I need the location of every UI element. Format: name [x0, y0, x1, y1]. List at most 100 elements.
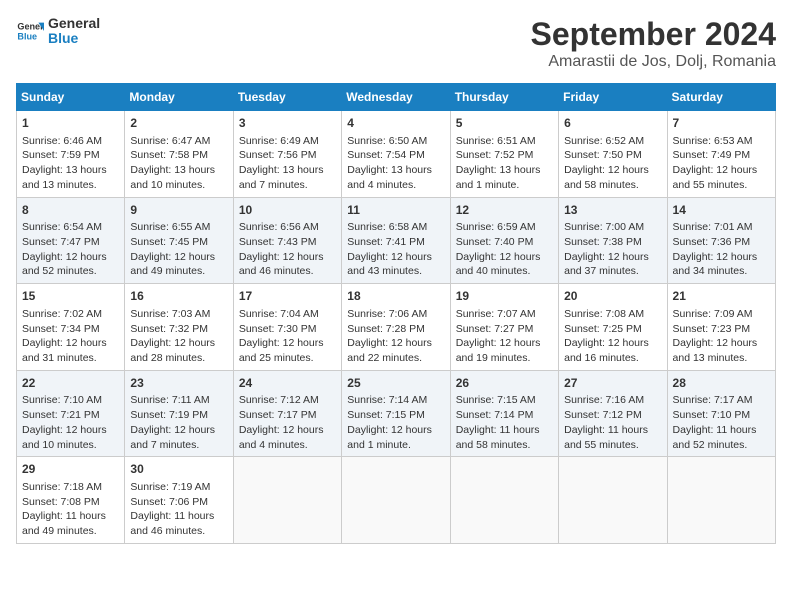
day-number: 28 — [673, 375, 770, 392]
day-info: Daylight: 12 hours and 34 minutes. — [673, 250, 770, 279]
calendar-cell: 22Sunrise: 7:10 AMSunset: 7:21 PMDayligh… — [17, 370, 125, 457]
calendar-cell: 5Sunrise: 6:51 AMSunset: 7:52 PMDaylight… — [450, 111, 558, 198]
logo-line1: General — [48, 16, 100, 31]
day-number: 29 — [22, 461, 119, 478]
calendar-week-row: 1Sunrise: 6:46 AMSunset: 7:59 PMDaylight… — [17, 111, 776, 198]
calendar-cell: 16Sunrise: 7:03 AMSunset: 7:32 PMDayligh… — [125, 284, 233, 371]
day-info: Sunset: 7:36 PM — [673, 235, 770, 250]
day-info: Sunset: 7:49 PM — [673, 148, 770, 163]
calendar-cell: 6Sunrise: 6:52 AMSunset: 7:50 PMDaylight… — [559, 111, 667, 198]
calendar-week-row: 29Sunrise: 7:18 AMSunset: 7:08 PMDayligh… — [17, 457, 776, 544]
day-number: 26 — [456, 375, 553, 392]
day-info: Sunset: 7:56 PM — [239, 148, 336, 163]
day-info: Sunset: 7:59 PM — [22, 148, 119, 163]
calendar-cell: 20Sunrise: 7:08 AMSunset: 7:25 PMDayligh… — [559, 284, 667, 371]
calendar-cell: 4Sunrise: 6:50 AMSunset: 7:54 PMDaylight… — [342, 111, 450, 198]
day-info: Daylight: 13 hours and 7 minutes. — [239, 163, 336, 192]
day-info: Sunrise: 7:00 AM — [564, 220, 661, 235]
day-info: Sunrise: 7:18 AM — [22, 480, 119, 495]
page-header: General Blue GeneralBlue September 2024 … — [16, 16, 776, 71]
calendar-cell: 28Sunrise: 7:17 AMSunset: 7:10 PMDayligh… — [667, 370, 775, 457]
weekday-thursday: Thursday — [450, 84, 558, 111]
day-number: 2 — [130, 115, 227, 132]
day-number: 22 — [22, 375, 119, 392]
day-info: Sunset: 7:12 PM — [564, 408, 661, 423]
day-number: 30 — [130, 461, 227, 478]
day-info: Sunset: 7:40 PM — [456, 235, 553, 250]
day-info: Sunset: 7:17 PM — [239, 408, 336, 423]
day-number: 18 — [347, 288, 444, 305]
calendar-cell: 27Sunrise: 7:16 AMSunset: 7:12 PMDayligh… — [559, 370, 667, 457]
title-area: September 2024 Amarastii de Jos, Dolj, R… — [531, 16, 776, 71]
day-info: Daylight: 11 hours and 46 minutes. — [130, 509, 227, 538]
day-info: Sunrise: 6:53 AM — [673, 134, 770, 149]
day-info: Sunset: 7:47 PM — [22, 235, 119, 250]
day-info: Sunrise: 7:15 AM — [456, 393, 553, 408]
weekday-wednesday: Wednesday — [342, 84, 450, 111]
day-info: Sunrise: 6:58 AM — [347, 220, 444, 235]
day-info: Sunset: 7:19 PM — [130, 408, 227, 423]
day-number: 23 — [130, 375, 227, 392]
weekday-monday: Monday — [125, 84, 233, 111]
day-info: Sunset: 7:58 PM — [130, 148, 227, 163]
day-info: Daylight: 12 hours and 10 minutes. — [22, 423, 119, 452]
day-info: Daylight: 12 hours and 7 minutes. — [130, 423, 227, 452]
calendar-cell — [233, 457, 341, 544]
day-info: Sunrise: 6:50 AM — [347, 134, 444, 149]
day-info: Daylight: 12 hours and 52 minutes. — [22, 250, 119, 279]
calendar-cell: 19Sunrise: 7:07 AMSunset: 7:27 PMDayligh… — [450, 284, 558, 371]
day-info: Daylight: 12 hours and 19 minutes. — [456, 336, 553, 365]
day-info: Daylight: 12 hours and 40 minutes. — [456, 250, 553, 279]
day-info: Sunset: 7:38 PM — [564, 235, 661, 250]
weekday-saturday: Saturday — [667, 84, 775, 111]
day-number: 5 — [456, 115, 553, 132]
day-info: Daylight: 12 hours and 43 minutes. — [347, 250, 444, 279]
day-info: Sunrise: 6:49 AM — [239, 134, 336, 149]
day-info: Sunset: 7:52 PM — [456, 148, 553, 163]
calendar-cell: 17Sunrise: 7:04 AMSunset: 7:30 PMDayligh… — [233, 284, 341, 371]
day-info: Sunset: 7:45 PM — [130, 235, 227, 250]
day-info: Sunrise: 7:17 AM — [673, 393, 770, 408]
day-number: 19 — [456, 288, 553, 305]
logo-text: GeneralBlue — [48, 16, 100, 47]
calendar-cell: 14Sunrise: 7:01 AMSunset: 7:36 PMDayligh… — [667, 197, 775, 284]
day-info: Daylight: 12 hours and 46 minutes. — [239, 250, 336, 279]
calendar-cell: 18Sunrise: 7:06 AMSunset: 7:28 PMDayligh… — [342, 284, 450, 371]
day-info: Sunset: 7:14 PM — [456, 408, 553, 423]
calendar-body: 1Sunrise: 6:46 AMSunset: 7:59 PMDaylight… — [17, 111, 776, 544]
day-info: Sunset: 7:50 PM — [564, 148, 661, 163]
calendar-cell — [667, 457, 775, 544]
day-info: Daylight: 13 hours and 4 minutes. — [347, 163, 444, 192]
day-info: Daylight: 12 hours and 55 minutes. — [673, 163, 770, 192]
day-info: Sunrise: 6:47 AM — [130, 134, 227, 149]
day-info: Sunset: 7:15 PM — [347, 408, 444, 423]
day-info: Sunrise: 7:19 AM — [130, 480, 227, 495]
day-number: 21 — [673, 288, 770, 305]
calendar-cell: 12Sunrise: 6:59 AMSunset: 7:40 PMDayligh… — [450, 197, 558, 284]
day-number: 25 — [347, 375, 444, 392]
day-info: Sunrise: 7:09 AM — [673, 307, 770, 322]
day-info: Sunset: 7:10 PM — [673, 408, 770, 423]
logo: General Blue GeneralBlue — [16, 16, 100, 47]
calendar-cell: 23Sunrise: 7:11 AMSunset: 7:19 PMDayligh… — [125, 370, 233, 457]
calendar-cell: 13Sunrise: 7:00 AMSunset: 7:38 PMDayligh… — [559, 197, 667, 284]
calendar-cell — [342, 457, 450, 544]
day-info: Daylight: 13 hours and 13 minutes. — [22, 163, 119, 192]
calendar-cell: 3Sunrise: 6:49 AMSunset: 7:56 PMDaylight… — [233, 111, 341, 198]
svg-text:Blue: Blue — [17, 32, 37, 42]
day-number: 16 — [130, 288, 227, 305]
day-number: 17 — [239, 288, 336, 305]
day-info: Sunset: 7:06 PM — [130, 495, 227, 510]
day-number: 12 — [456, 202, 553, 219]
day-number: 20 — [564, 288, 661, 305]
day-info: Daylight: 13 hours and 1 minute. — [456, 163, 553, 192]
day-info: Daylight: 12 hours and 16 minutes. — [564, 336, 661, 365]
weekday-sunday: Sunday — [17, 84, 125, 111]
calendar-cell: 7Sunrise: 6:53 AMSunset: 7:49 PMDaylight… — [667, 111, 775, 198]
day-info: Sunrise: 6:59 AM — [456, 220, 553, 235]
calendar-cell: 10Sunrise: 6:56 AMSunset: 7:43 PMDayligh… — [233, 197, 341, 284]
day-info: Sunrise: 7:11 AM — [130, 393, 227, 408]
weekday-header-row: SundayMondayTuesdayWednesdayThursdayFrid… — [17, 84, 776, 111]
calendar-cell: 9Sunrise: 6:55 AMSunset: 7:45 PMDaylight… — [125, 197, 233, 284]
day-info: Sunset: 7:43 PM — [239, 235, 336, 250]
